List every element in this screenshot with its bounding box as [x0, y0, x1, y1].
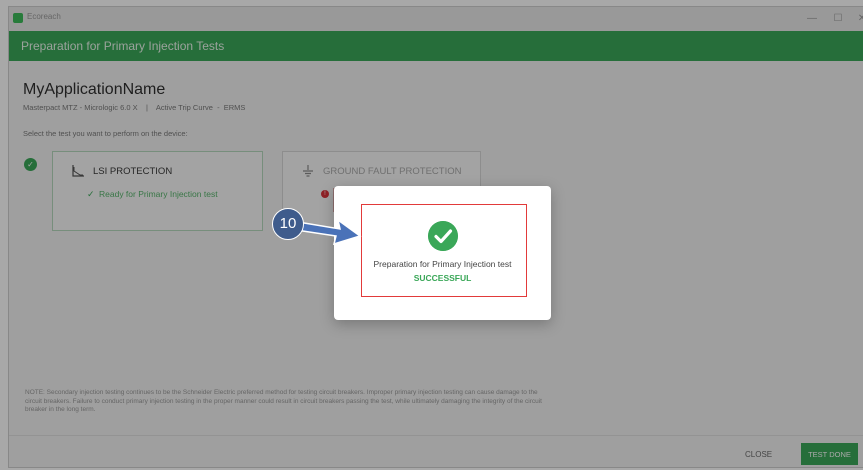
dialog-message: Preparation for Primary Injection test [373, 259, 512, 269]
dialog-status: SUCCESSFUL [413, 273, 472, 283]
callout-arrow-icon [295, 218, 362, 246]
step-callout: 10 [272, 208, 304, 240]
success-check-icon [428, 221, 458, 251]
success-dialog: Preparation for Primary Injection test S… [334, 186, 551, 320]
